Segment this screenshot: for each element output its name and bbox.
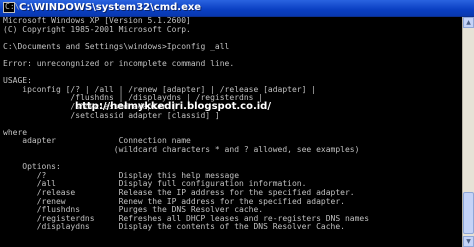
cmd-icon: C:\ [3,2,19,13]
scroll-thumb[interactable] [463,192,474,234]
console-output[interactable]: Microsoft Windows XP [Version 5.1.2600] … [0,17,462,247]
console-line: (wildcard characters * and ? allowed, se… [3,145,360,154]
console-line: (C) Copyright 1985-2001 Microsoft Corp. [3,24,191,34]
console-line: /setclassid adapter [classid] ] [3,110,220,120]
vertical-scrollbar[interactable]: ▲ ▼ [462,17,474,247]
console-line: C:\Documents and Settings\windows>Ipconf… [3,41,230,51]
scroll-down-arrow-icon[interactable]: ▼ [463,236,474,247]
title-bar[interactable]: C:\ C:\WINDOWS\system32\cmd.exe [0,0,474,17]
cmd-window: C:\ C:\WINDOWS\system32\cmd.exe Microsof… [0,0,474,247]
scroll-up-arrow-icon[interactable]: ▲ [463,17,474,28]
console-line: Error: unrecongnized or incomplete comma… [3,59,235,68]
cmd-icon-glyph: C:\ [5,2,20,11]
window-title: C:\WINDOWS\system32\cmd.exe [19,2,202,13]
blog-url-watermark: http://helmykkediri.blogspot.co.id/ [75,101,271,112]
console-line: /displaydns Display the contents of the … [3,222,345,232]
